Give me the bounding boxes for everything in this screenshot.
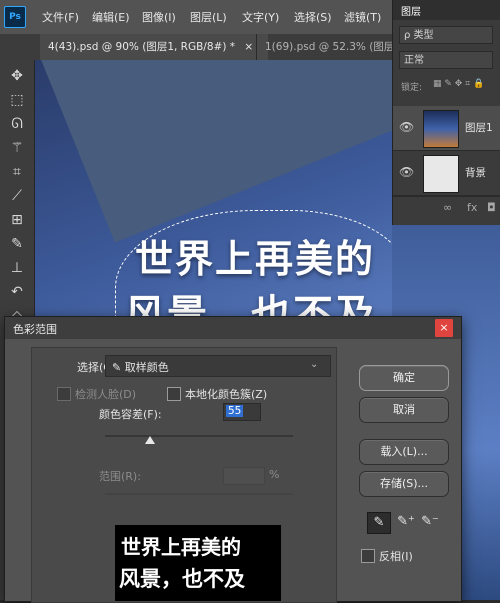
detect-faces-checkbox[interactable] bbox=[57, 387, 71, 401]
panel-title[interactable]: 图层 bbox=[401, 3, 421, 18]
menu-filter[interactable]: 滤镜(T) bbox=[344, 9, 381, 25]
eyedropper-icon[interactable]: ✎ bbox=[367, 512, 391, 534]
detect-faces-label: 检测人脸(D) bbox=[75, 388, 137, 401]
document-tabs: 4(43).psd @ 90% (图层1, RGB/8#) * × 1(69).… bbox=[0, 34, 401, 61]
tab-document-2[interactable]: 1(69).psd @ 52.3% (图层1 bbox=[256, 34, 409, 60]
stamp-icon[interactable]: ⊥ bbox=[7, 258, 27, 278]
mask-icon[interactable]: ◘ bbox=[487, 201, 496, 214]
menu-select[interactable]: 选择(S) bbox=[294, 9, 332, 25]
layer-thumbnail bbox=[423, 155, 459, 193]
load-button[interactable]: 载入(L)... bbox=[359, 439, 449, 465]
healing-icon[interactable]: ⊞ bbox=[7, 210, 27, 230]
close-icon[interactable]: × bbox=[435, 319, 453, 337]
localized-clusters-checkbox[interactable] bbox=[167, 387, 181, 401]
fuzziness-label: 颜色容差(F): bbox=[99, 408, 162, 421]
dialog-titlebar[interactable]: 色彩范围 × bbox=[5, 317, 461, 339]
eye-icon[interactable]: 👁 bbox=[399, 120, 414, 134]
tab-document-1[interactable]: 4(43).psd @ 90% (图层1, RGB/8#) * × bbox=[40, 34, 268, 60]
preview-text-line-1: 世界上再美的 bbox=[121, 535, 241, 559]
color-range-dialog: 色彩范围 × 选择(C): ✎ 取样颜色 ⌄ 检测人脸(D) 本地化颜色簇(Z)… bbox=[4, 316, 462, 603]
link-icon[interactable]: ∞ bbox=[443, 201, 452, 214]
eyedropper-icon[interactable]: ⟋ bbox=[7, 186, 27, 206]
move-icon[interactable]: ✥ bbox=[7, 66, 27, 86]
range-label: 范围(R): bbox=[99, 470, 141, 483]
layers-panel: 图层 ρ 类型 正常 锁定: ▦ ✎ ✥ ⌗ 🔒 👁 图层1 👁 背景 ∞ fx… bbox=[392, 0, 500, 225]
crop-icon[interactable]: ⌗ bbox=[7, 162, 27, 182]
marquee-icon[interactable]: ⬚ bbox=[7, 90, 27, 110]
layer-row-1[interactable]: 👁 图层1 bbox=[393, 106, 500, 151]
layer-name: 背景 bbox=[465, 167, 486, 179]
magic-wand-icon[interactable]: ⚚ bbox=[7, 138, 27, 158]
range-input[interactable] bbox=[223, 467, 265, 485]
lock-label: 锁定: bbox=[401, 83, 423, 93]
layers-panel-footer: ∞ fx ◘ bbox=[393, 196, 500, 219]
eyedropper-minus-icon[interactable]: ✎⁻ bbox=[419, 512, 441, 532]
brush-icon[interactable]: ✎ bbox=[7, 234, 27, 254]
menu-layer[interactable]: 图层(L) bbox=[190, 9, 227, 25]
tab-label: 1(69).psd @ 52.3% (图层1 bbox=[265, 41, 402, 53]
localized-clusters-label: 本地化颜色簇(Z) bbox=[185, 388, 268, 401]
lock-row: 锁定: ▦ ✎ ✥ ⌗ 🔒 bbox=[393, 78, 500, 94]
fuzziness-value: 55 bbox=[226, 405, 244, 417]
invert-checkbox[interactable] bbox=[361, 549, 375, 563]
menu-file[interactable]: 文件(F) bbox=[42, 9, 79, 25]
save-button[interactable]: 存储(S)... bbox=[359, 471, 449, 497]
menu-image[interactable]: 图像(I) bbox=[142, 9, 176, 25]
layer-thumbnail bbox=[423, 110, 459, 148]
range-unit: % bbox=[269, 468, 280, 481]
eyedropper-icon: ✎ bbox=[112, 361, 125, 374]
dialog-title: 色彩范围 bbox=[13, 323, 57, 336]
fuzziness-input[interactable]: 55 bbox=[223, 403, 261, 421]
select-dropdown[interactable]: ✎ 取样颜色 ⌄ bbox=[105, 355, 331, 377]
lasso-icon[interactable]: ᘏ bbox=[7, 114, 27, 134]
lock-icons[interactable]: ▦ ✎ ✥ ⌗ 🔒 bbox=[433, 79, 484, 89]
layer-name: 图层1 bbox=[465, 122, 493, 134]
cancel-button[interactable]: 取消 bbox=[359, 397, 449, 423]
close-icon[interactable]: × bbox=[244, 41, 253, 53]
layer-row-2[interactable]: 👁 背景 bbox=[393, 151, 500, 196]
layer-filter-input[interactable]: ρ 类型 bbox=[399, 26, 493, 44]
fuzziness-slider-track[interactable] bbox=[105, 435, 293, 437]
invert-label: 反相(I) bbox=[379, 550, 413, 563]
preview-text-line-2: 风景，也不及 bbox=[119, 566, 245, 591]
photoshop-logo: Ps bbox=[4, 6, 26, 28]
blend-mode-select[interactable]: 正常 bbox=[399, 51, 493, 69]
tab-label: 4(43).psd @ 90% (图层1, RGB/8#) * bbox=[48, 41, 236, 53]
ok-button[interactable]: 确定 bbox=[359, 365, 449, 391]
select-value: ✎ 取样颜色 bbox=[112, 361, 169, 374]
eye-icon[interactable]: 👁 bbox=[399, 165, 414, 179]
menu-type[interactable]: 文字(Y) bbox=[242, 9, 279, 25]
eyedropper-plus-icon[interactable]: ✎⁺ bbox=[395, 512, 417, 532]
history-brush-icon[interactable]: ↶ bbox=[7, 282, 27, 302]
chevron-down-icon: ⌄ bbox=[310, 359, 319, 370]
selection-preview[interactable]: 世界上再美的 风景，也不及 bbox=[115, 525, 281, 601]
fx-icon[interactable]: fx bbox=[467, 201, 477, 214]
menu-edit[interactable]: 编辑(E) bbox=[92, 9, 130, 25]
layers-panel-header: 图层 bbox=[393, 0, 500, 20]
range-slider-track[interactable] bbox=[105, 493, 293, 495]
fuzziness-slider-thumb[interactable] bbox=[145, 436, 156, 444]
